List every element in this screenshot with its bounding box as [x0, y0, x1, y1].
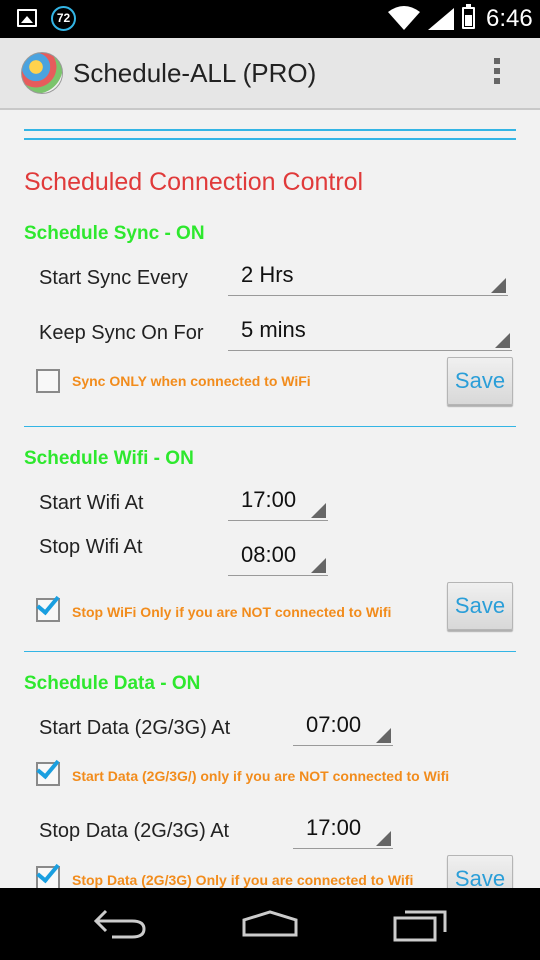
- dropdown-arrow-icon: [495, 333, 510, 348]
- data-start-option-checkbox[interactable]: [36, 754, 60, 786]
- dropdown-arrow-icon: [376, 728, 391, 743]
- divider: [24, 426, 516, 427]
- clock: 6:46: [486, 5, 533, 32]
- data-start-option-label: Start Data (2G/3G/) only if you are NOT …: [72, 768, 450, 784]
- back-icon[interactable]: [94, 903, 148, 941]
- start-sync-label: Start Sync Every: [39, 267, 188, 289]
- data-group-title: Schedule Data - ON: [24, 673, 201, 694]
- home-icon[interactable]: [241, 910, 299, 938]
- start-data-label: Start Data (2G/3G) At: [39, 717, 231, 739]
- divider: [24, 651, 516, 652]
- start-sync-spinner[interactable]: 2 Hrs: [228, 258, 508, 296]
- signal-icon: [428, 8, 454, 30]
- status-bar: 72 6:46: [0, 0, 540, 38]
- stop-data-spinner[interactable]: 17:00: [293, 811, 393, 849]
- stop-wifi-label: Stop Wifi At: [39, 536, 143, 558]
- overflow-menu-icon[interactable]: [492, 58, 502, 90]
- navigation-bar: [0, 888, 540, 960]
- stop-wifi-value: 08:00: [241, 542, 297, 567]
- sync-group-title: Schedule Sync - ON: [24, 223, 205, 244]
- sync-wifi-only-checkbox[interactable]: [36, 369, 60, 393]
- start-wifi-label: Start Wifi At: [39, 492, 144, 514]
- divider: [24, 138, 516, 140]
- recent-apps-icon[interactable]: [393, 906, 449, 942]
- gallery-icon: [17, 9, 37, 27]
- dropdown-arrow-icon: [376, 831, 391, 846]
- section-title: Scheduled Connection Control: [24, 168, 364, 196]
- sync-wifi-only-label: Sync ONLY when connected to WiFi: [72, 373, 311, 389]
- wifi-option-checkbox[interactable]: [36, 590, 60, 622]
- dropdown-arrow-icon: [311, 503, 326, 518]
- wifi-option-label: Stop WiFi Only if you are NOT connected …: [72, 604, 392, 620]
- battery-icon: [462, 4, 475, 29]
- start-sync-value: 2 Hrs: [241, 262, 294, 287]
- checkmark-icon: [36, 590, 60, 616]
- save-data-button[interactable]: Save: [447, 855, 513, 888]
- notification-badge: 72: [51, 6, 76, 31]
- dropdown-arrow-icon: [491, 278, 506, 293]
- data-stop-option-label: Stop Data (2G/3G) Only if you are connec…: [72, 872, 414, 888]
- save-wifi-button[interactable]: Save: [447, 582, 513, 630]
- save-sync-button[interactable]: Save: [447, 357, 513, 405]
- checkmark-icon: [36, 858, 60, 884]
- start-data-spinner[interactable]: 07:00: [293, 708, 393, 746]
- start-data-value: 07:00: [306, 712, 362, 737]
- settings-scroll[interactable]: Scheduled Connection Control Schedule Sy…: [0, 110, 540, 888]
- stop-data-label: Stop Data (2G/3G) At: [39, 820, 230, 842]
- stop-wifi-spinner[interactable]: 08:00: [228, 538, 328, 576]
- action-bar: Schedule-ALL (PRO): [0, 38, 540, 110]
- wifi-icon: [388, 6, 420, 30]
- start-wifi-value: 17:00: [241, 487, 297, 512]
- keep-sync-label: Keep Sync On For: [39, 322, 204, 344]
- keep-sync-spinner[interactable]: 5 mins: [228, 313, 512, 351]
- stop-data-value: 17:00: [306, 815, 362, 840]
- divider: [24, 129, 516, 131]
- keep-sync-value: 5 mins: [241, 317, 306, 342]
- app-logo-icon[interactable]: [21, 52, 63, 94]
- dropdown-arrow-icon: [311, 558, 326, 573]
- start-wifi-spinner[interactable]: 17:00: [228, 483, 328, 521]
- wifi-group-title: Schedule Wifi - ON: [24, 448, 194, 469]
- checkmark-icon: [36, 754, 60, 780]
- data-stop-option-checkbox[interactable]: [36, 858, 60, 888]
- app-title: Schedule-ALL (PRO): [73, 58, 317, 88]
